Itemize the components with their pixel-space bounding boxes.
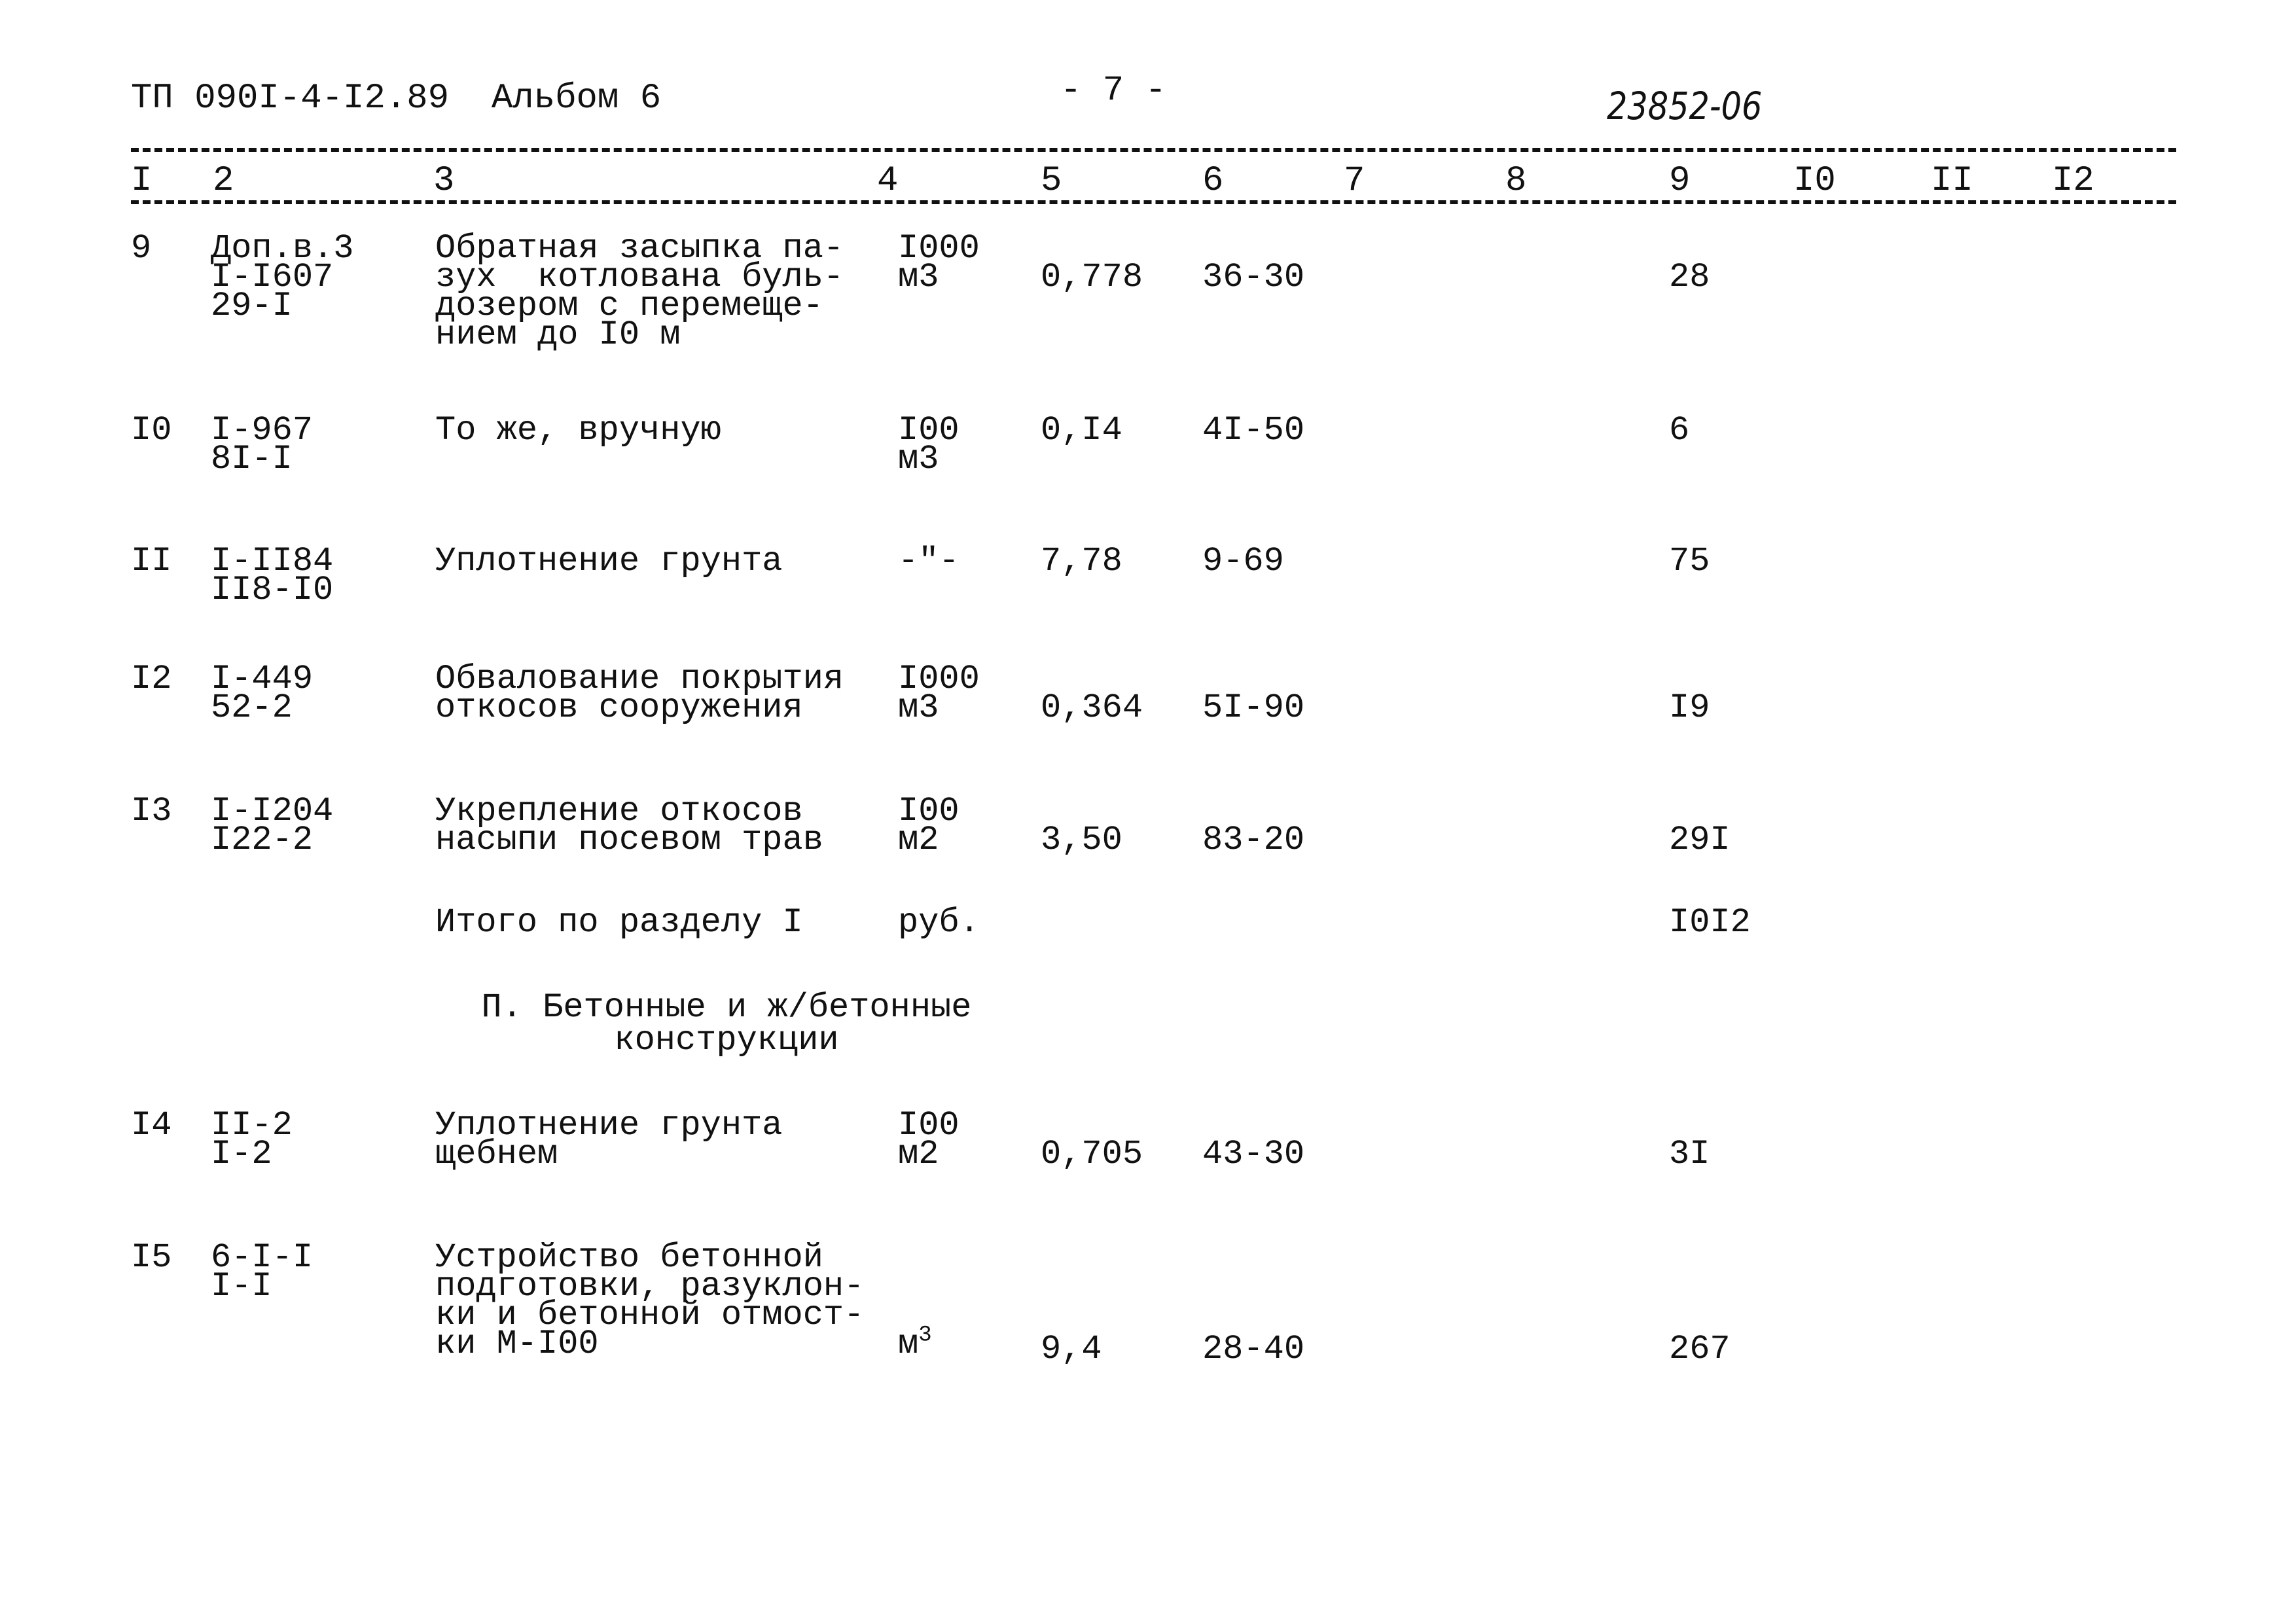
row-description: Укрепление откосов насыпи посевом трав xyxy=(435,792,823,859)
row-number: I3 xyxy=(131,792,172,830)
row-total: 29I xyxy=(1669,821,1731,859)
row-total: 267 xyxy=(1669,1330,1731,1368)
row-unit: I000 м3 xyxy=(898,660,980,727)
row-description: Уплотнение грунта щебнем xyxy=(435,1106,783,1173)
row-unit: м3 xyxy=(898,1325,932,1361)
column-number: 5 xyxy=(1041,161,1062,201)
row-quantity: 0,I4 xyxy=(1041,411,1122,450)
row-unit: I000 м3 xyxy=(898,229,980,296)
row-quantity: 7,78 xyxy=(1041,542,1122,580)
row-total: I9 xyxy=(1669,688,1710,727)
row-code: I-I204 I22-2 xyxy=(211,792,334,859)
row-unit: I00 м2 xyxy=(898,1106,960,1173)
section-heading: П. Бетонные и ж/бетонные конструкции xyxy=(481,988,972,1060)
row-quantity: 9,4 xyxy=(1041,1330,1102,1368)
column-number: 8 xyxy=(1505,161,1527,201)
row-code: II-2 I-2 xyxy=(211,1106,293,1173)
row-unit: I00 м2 xyxy=(898,792,960,859)
row-unit-price: 4I-50 xyxy=(1202,411,1305,450)
row-code: I-449 52-2 xyxy=(211,660,314,727)
row-quantity: 0,778 xyxy=(1041,258,1143,296)
column-number: 3 xyxy=(433,161,455,201)
row-total: 75 xyxy=(1669,542,1710,580)
row-number: II xyxy=(131,542,172,580)
document-code: 23852-06 xyxy=(1607,84,1763,128)
column-number: II xyxy=(1931,161,1973,201)
row-total: 28 xyxy=(1669,258,1710,296)
row-number: I5 xyxy=(131,1238,172,1277)
document-title: ТП 090I-4-I2.89 Альбом 6 xyxy=(131,79,662,118)
row-quantity: 0,705 xyxy=(1041,1135,1143,1173)
column-number: I xyxy=(131,161,152,201)
row-total: 3I xyxy=(1669,1135,1710,1173)
row-quantity: 3,50 xyxy=(1041,821,1122,859)
header-divider-bottom xyxy=(131,200,2176,204)
header-divider-top xyxy=(131,148,2176,152)
row-code: I-967 8I-I xyxy=(211,411,314,478)
row-description: Устройство бетонной подготовки, разуклон… xyxy=(435,1238,865,1363)
row-number: I4 xyxy=(131,1106,172,1145)
row-unit-base: м xyxy=(898,1325,919,1363)
row-unit-price: 83-20 xyxy=(1202,821,1305,859)
row-unit-price: 5I-90 xyxy=(1202,688,1305,727)
row-unit-superscript: 3 xyxy=(918,1323,932,1348)
row-number: I0 xyxy=(131,411,172,450)
row-description: Обвалование покрытия откосов сооружения xyxy=(435,660,844,727)
row-unit: -"- xyxy=(898,542,960,580)
column-number: I2 xyxy=(2052,161,2094,201)
row-description: То же, вручную xyxy=(435,411,721,450)
column-number: 4 xyxy=(877,161,899,201)
section-total-label: Итого по разделу I xyxy=(435,903,803,942)
row-unit-price: 43-30 xyxy=(1202,1135,1305,1173)
row-quantity: 0,364 xyxy=(1041,688,1143,727)
row-number: 9 xyxy=(131,229,152,268)
column-number: 6 xyxy=(1202,161,1224,201)
row-description: Обратная засыпка па- зух котлована буль-… xyxy=(435,229,844,354)
row-code: 6-I-I I-I xyxy=(211,1238,314,1306)
section-total-unit: руб. xyxy=(898,903,980,942)
column-number: I0 xyxy=(1793,161,1836,201)
row-code: I-II84 II8-I0 xyxy=(211,542,334,609)
row-total: 6 xyxy=(1669,411,1690,450)
page-number: - 7 - xyxy=(1060,71,1167,111)
row-unit-price: 36-30 xyxy=(1202,258,1305,296)
column-number: 9 xyxy=(1669,161,1691,201)
section-total-value: I0I2 xyxy=(1669,903,1751,942)
row-code: Доп.в.3 I-I607 29-I xyxy=(211,229,354,325)
row-unit-price: 28-40 xyxy=(1202,1330,1305,1368)
row-number: I2 xyxy=(131,660,172,698)
column-number: 2 xyxy=(213,161,234,201)
row-unit: I00 м3 xyxy=(898,411,960,478)
row-description: Уплотнение грунта xyxy=(435,542,783,580)
row-unit-price: 9-69 xyxy=(1202,542,1284,580)
column-number: 7 xyxy=(1344,161,1365,201)
